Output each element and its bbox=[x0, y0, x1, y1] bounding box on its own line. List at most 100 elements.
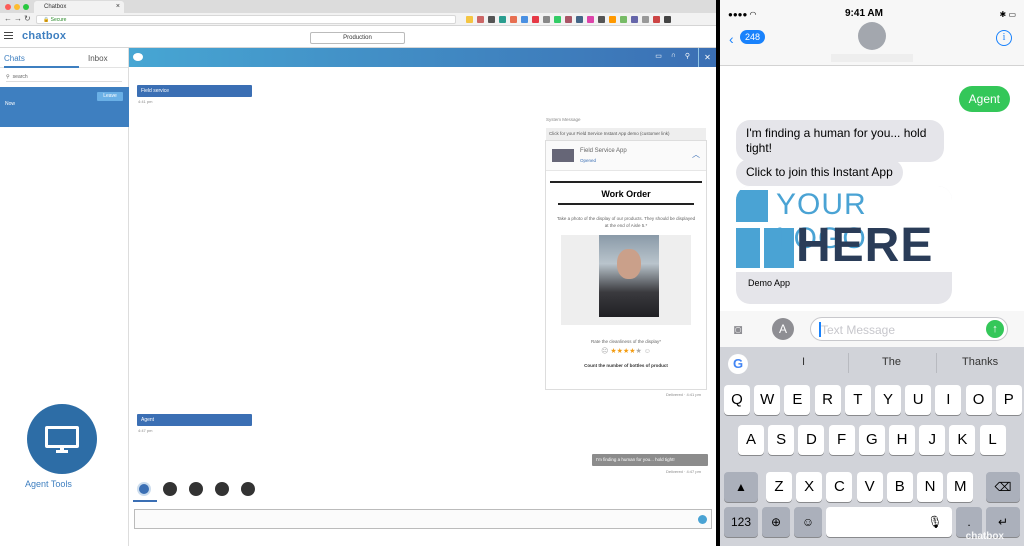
search-input[interactable]: ⚲ search bbox=[6, 72, 122, 82]
address-field[interactable]: 🔒 Secure bbox=[36, 15, 456, 24]
shift-key[interactable]: ▲ bbox=[724, 472, 758, 502]
extension-icon[interactable] bbox=[653, 16, 660, 23]
environment-selector[interactable]: Production bbox=[310, 32, 405, 44]
key-g[interactable]: G bbox=[858, 425, 885, 455]
received-bubble[interactable]: Click to join this Instant App bbox=[736, 159, 903, 186]
key-v[interactable]: V bbox=[856, 472, 883, 502]
extension-icon[interactable] bbox=[521, 16, 528, 23]
tab-chats[interactable]: Chats bbox=[4, 54, 79, 68]
globe-icon[interactable]: ⊕ bbox=[762, 507, 790, 537]
extension-icon[interactable] bbox=[554, 16, 561, 23]
minimize-window-icon[interactable] bbox=[14, 4, 20, 10]
suggestion-word[interactable]: I bbox=[802, 356, 805, 368]
key-q[interactable]: Q bbox=[724, 385, 750, 415]
leave-button[interactable]: Leave bbox=[97, 92, 123, 101]
forward-arrow-icon[interactable]: → bbox=[14, 14, 22, 23]
key-i[interactable]: I bbox=[935, 385, 962, 415]
search-icon: ⚲ bbox=[6, 74, 10, 80]
text-message-input[interactable]: Text Message ↑ bbox=[810, 317, 1008, 341]
star-icon[interactable] bbox=[466, 16, 473, 23]
delete-key[interactable]: ⌫ bbox=[986, 472, 1020, 502]
chat-icon[interactable] bbox=[137, 482, 151, 496]
extension-icon[interactable] bbox=[631, 16, 638, 23]
app-store-icon[interactable]: A bbox=[772, 318, 794, 340]
info-icon[interactable]: i bbox=[996, 30, 1012, 46]
active-chat-item[interactable]: Leave Now bbox=[0, 87, 129, 127]
key-j[interactable]: J bbox=[919, 425, 946, 455]
reload-icon[interactable]: ↻ bbox=[24, 14, 31, 23]
suggestion-word[interactable]: Thanks bbox=[962, 356, 998, 368]
google-icon[interactable]: G bbox=[728, 354, 748, 374]
extension-icon[interactable] bbox=[576, 16, 583, 23]
key-l[interactable]: L bbox=[979, 425, 1006, 455]
agent-tools-button[interactable] bbox=[27, 404, 97, 474]
browser-tab[interactable]: Chatbox × bbox=[34, 1, 124, 13]
extension-icon[interactable] bbox=[598, 16, 605, 23]
maximize-window-icon[interactable] bbox=[23, 4, 29, 10]
message-input[interactable] bbox=[134, 509, 712, 529]
key-f[interactable]: F bbox=[828, 425, 855, 455]
tab-inbox[interactable]: Inbox bbox=[88, 54, 108, 63]
key-e[interactable]: E bbox=[784, 385, 811, 415]
emoji-key-icon[interactable]: ☺ bbox=[794, 507, 822, 537]
screen-icon[interactable]: ▭ bbox=[655, 52, 662, 60]
send-arrow-icon[interactable]: ↑ bbox=[986, 320, 1004, 338]
key-p[interactable]: P bbox=[995, 385, 1022, 415]
save-icon[interactable] bbox=[189, 482, 203, 496]
close-tab-icon[interactable]: × bbox=[116, 1, 120, 13]
extension-icon[interactable] bbox=[543, 16, 550, 23]
attachment-icon[interactable] bbox=[241, 482, 255, 496]
extension-icon[interactable] bbox=[587, 16, 594, 23]
key-b[interactable]: B bbox=[886, 472, 913, 502]
extension-icon[interactable] bbox=[532, 16, 539, 23]
key-s[interactable]: S bbox=[768, 425, 795, 455]
key-u[interactable]: U bbox=[905, 385, 932, 415]
key-m[interactable]: M bbox=[947, 472, 974, 502]
messages-icon[interactable] bbox=[163, 482, 177, 496]
key-z[interactable]: Z bbox=[766, 472, 792, 502]
chevron-up-icon[interactable]: ︿ bbox=[692, 149, 700, 160]
camera-icon[interactable]: ◙ bbox=[734, 321, 742, 337]
back-arrow-icon[interactable]: ← bbox=[4, 14, 12, 23]
extension-icon[interactable] bbox=[510, 16, 517, 23]
suggestion-word[interactable]: The bbox=[882, 356, 901, 368]
star-icon[interactable]: ★ bbox=[636, 348, 642, 355]
extension-icon[interactable] bbox=[620, 16, 627, 23]
key-y[interactable]: Y bbox=[875, 385, 901, 415]
photo-field[interactable] bbox=[561, 235, 691, 325]
back-chevron-icon[interactable]: ‹ bbox=[729, 31, 734, 47]
close-icon[interactable]: ✕ bbox=[698, 48, 716, 67]
extension-icon[interactable] bbox=[499, 16, 506, 23]
key-c[interactable]: C bbox=[826, 472, 853, 502]
instant-app-preview[interactable]: YOUR LOGO HERE Demo App bbox=[736, 186, 952, 304]
menu-icon[interactable] bbox=[664, 16, 671, 23]
numbers-key[interactable]: 123 bbox=[724, 507, 758, 537]
key-o[interactable]: O bbox=[965, 385, 992, 415]
card-header[interactable]: Field Service App Opened ︿ bbox=[546, 141, 706, 171]
key-r[interactable]: R bbox=[814, 385, 841, 415]
stop-icon[interactable] bbox=[215, 482, 229, 496]
key-a[interactable]: A bbox=[738, 425, 764, 455]
key-h[interactable]: H bbox=[889, 425, 915, 455]
key-d[interactable]: D bbox=[798, 425, 825, 455]
system-message-text[interactable]: Click for your Field Service Instant App… bbox=[546, 128, 706, 140]
extension-icon[interactable] bbox=[609, 16, 616, 23]
close-window-icon[interactable] bbox=[5, 4, 11, 10]
extension-icon[interactable] bbox=[477, 16, 484, 23]
key-t[interactable]: T bbox=[844, 385, 871, 415]
star-rating[interactable]: ☹ ★★★★★ ☺ bbox=[550, 347, 702, 355]
headset-icon[interactable]: ∩ bbox=[671, 52, 676, 60]
search-icon[interactable]: ⚲ bbox=[685, 52, 690, 60]
key-x[interactable]: X bbox=[796, 472, 823, 502]
key-n[interactable]: N bbox=[917, 472, 943, 502]
contact-avatar[interactable] bbox=[858, 22, 886, 50]
key-w[interactable]: W bbox=[754, 385, 781, 415]
emoji-icon[interactable] bbox=[698, 515, 707, 524]
dictation-icon[interactable]: 🎙 bbox=[920, 507, 950, 537]
key-k[interactable]: K bbox=[949, 425, 976, 455]
hamburger-icon[interactable] bbox=[4, 32, 13, 41]
extension-icon[interactable] bbox=[565, 16, 572, 23]
back-count-badge[interactable]: 248 bbox=[740, 30, 766, 44]
extension-icon[interactable] bbox=[642, 16, 649, 23]
extension-icon[interactable] bbox=[488, 16, 495, 23]
